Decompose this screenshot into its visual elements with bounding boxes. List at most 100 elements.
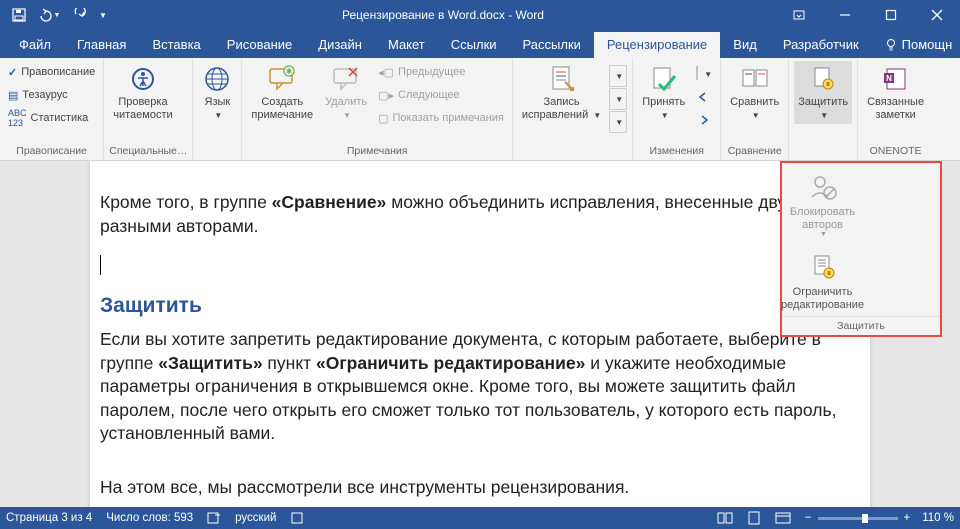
new-comment-button[interactable]: ✱ Создать примечание (247, 61, 317, 124)
group-label (518, 155, 627, 160)
chevron-down-icon: ▼ (820, 231, 827, 239)
next-change-icon (697, 113, 711, 127)
block-authors-button[interactable]: Блокировать авторов ▼ (782, 163, 863, 243)
redo-icon[interactable] (66, 0, 92, 30)
tab-references[interactable]: Ссылки (438, 32, 510, 58)
group-label: ONENOTE (863, 143, 928, 160)
tab-mailings[interactable]: Рассылки (510, 32, 594, 58)
onenote-icon: N (881, 64, 911, 94)
accessibility-status[interactable] (290, 511, 304, 525)
language-status[interactable]: русский (235, 512, 276, 524)
tab-insert[interactable]: Вставка (139, 32, 213, 58)
maximize-icon[interactable] (868, 0, 914, 30)
delete-comment-icon (331, 64, 361, 94)
group-compare: Сравнить▼ Сравнение (721, 58, 789, 160)
tab-review[interactable]: Рецензирование (594, 32, 720, 58)
tab-developer[interactable]: Разработчик (770, 32, 872, 58)
word-count-button[interactable]: ABC123Статистика (5, 107, 98, 129)
paragraph: На этом все, мы рассмотрели все инструме… (100, 476, 870, 500)
tab-view[interactable]: Вид (720, 32, 770, 58)
group-onenote: N Связанные заметки ONENOTE (858, 58, 933, 160)
tell-me-label: Помощн (902, 37, 953, 52)
view-read-mode[interactable] (717, 511, 733, 525)
accept-button[interactable]: Принять▼ (638, 61, 689, 124)
group-protect: Защитить▼ (789, 58, 858, 160)
prev-change-icon (697, 90, 711, 104)
display-mode-dropdown[interactable]: ▼ (609, 65, 627, 87)
tab-layout[interactable]: Макет (375, 32, 438, 58)
view-web-layout[interactable] (775, 511, 791, 525)
minimize-icon[interactable] (822, 0, 868, 30)
view-print-layout[interactable] (747, 511, 761, 525)
chevron-down-icon: ▼ (704, 70, 712, 79)
next-comment-button[interactable]: ▢▸Следующее (375, 84, 507, 106)
next-icon: ▢▸ (378, 89, 394, 102)
reject-button[interactable]: ▼ (693, 63, 715, 85)
track-icon (547, 64, 577, 94)
zoom-track[interactable] (818, 517, 898, 520)
titlebar: ▼ ▼ Рецензирование в Word.docx - Word (0, 0, 960, 30)
group-label: Изменения (638, 143, 715, 160)
close-icon[interactable] (914, 0, 960, 30)
reviewing-pane-dropdown[interactable]: ▼ (609, 111, 627, 133)
restrict-editing-button[interactable]: Ограничить редактирование (782, 243, 863, 315)
group-label: Правописание (5, 143, 98, 160)
zoom-out-icon[interactable]: − (805, 512, 812, 524)
language-button[interactable]: Язык▼ (198, 61, 236, 124)
zoom-in-icon[interactable]: + (904, 512, 911, 524)
tab-draw[interactable]: Рисование (214, 32, 305, 58)
delete-comment-button[interactable]: Удалить▼ (321, 61, 371, 124)
compare-button[interactable]: Сравнить▼ (726, 61, 783, 124)
block-authors-icon (807, 171, 839, 203)
document-page: Кроме того, в группе «Сравнение» можно о… (90, 161, 870, 507)
undo-icon[interactable]: ▼ (36, 0, 62, 30)
ribbon-options-icon[interactable] (776, 0, 822, 30)
prev-change-button[interactable] (693, 86, 715, 108)
zoom-slider[interactable]: − + 110 % (805, 512, 954, 524)
group-language: Язык▼ (193, 58, 242, 160)
zoom-value[interactable]: 110 % (922, 512, 954, 524)
chevron-down-icon: ▼ (615, 118, 623, 127)
track-changes-button[interactable]: Запись исправлений ▼ (518, 61, 605, 124)
next-change-button[interactable] (693, 109, 715, 131)
group-label: Специальные… (109, 143, 187, 160)
spell-check-status[interactable] (207, 511, 221, 525)
print-layout-icon (747, 511, 761, 525)
book-icon: ▤ (8, 89, 18, 102)
word-count-status[interactable]: Число слов: 593 (106, 512, 193, 524)
cursor-line (100, 254, 870, 278)
spelling-button[interactable]: ✓Правописание (5, 61, 98, 83)
text-cursor (100, 255, 101, 275)
markup-dropdown[interactable]: ▼ (609, 88, 627, 110)
chevron-down-icon: ▼ (214, 111, 222, 120)
group-label (794, 155, 852, 160)
paragraph: Кроме того, в группе «Сравнение» можно о… (100, 191, 870, 238)
prev-icon: ◂▢ (378, 66, 394, 79)
check-accessibility-button[interactable]: Проверка читаемости (109, 61, 176, 124)
tab-design[interactable]: Дизайн (305, 32, 375, 58)
save-icon[interactable] (6, 0, 32, 30)
track-status-icon (290, 511, 304, 525)
group-accessibility: Проверка читаемости Специальные… (104, 58, 193, 160)
group-proofing: ✓Правописание ▤Тезаурус ABC123Статистика… (0, 58, 104, 160)
show-comments-button[interactable]: ▢Показать примечания (375, 107, 507, 129)
thesaurus-button[interactable]: ▤Тезаурус (5, 84, 98, 106)
protect-icon (808, 64, 838, 94)
group-tracking: Запись исправлений ▼ ▼ ▼ ▼ (513, 58, 633, 160)
stats-icon: ABC123 (8, 108, 27, 128)
tab-file[interactable]: Файл (6, 32, 64, 58)
tell-me-button[interactable]: Помощн (872, 37, 960, 58)
zoom-thumb[interactable] (862, 514, 868, 523)
qat-customize-icon[interactable]: ▼ (96, 0, 110, 30)
linked-notes-button[interactable]: N Связанные заметки (863, 61, 928, 124)
tab-home[interactable]: Главная (64, 32, 139, 58)
read-mode-icon (717, 511, 733, 525)
quick-access-toolbar: ▼ ▼ (0, 0, 110, 30)
web-layout-icon (775, 511, 791, 525)
dropdown-footer-label: Защитить (782, 316, 940, 335)
window-controls (776, 0, 960, 30)
page-number-status[interactable]: Страница 3 из 4 (6, 512, 92, 524)
show-icon: ▢ (378, 112, 388, 125)
protect-button[interactable]: Защитить▼ (794, 61, 852, 124)
prev-comment-button[interactable]: ◂▢Предыдущее (375, 61, 507, 83)
